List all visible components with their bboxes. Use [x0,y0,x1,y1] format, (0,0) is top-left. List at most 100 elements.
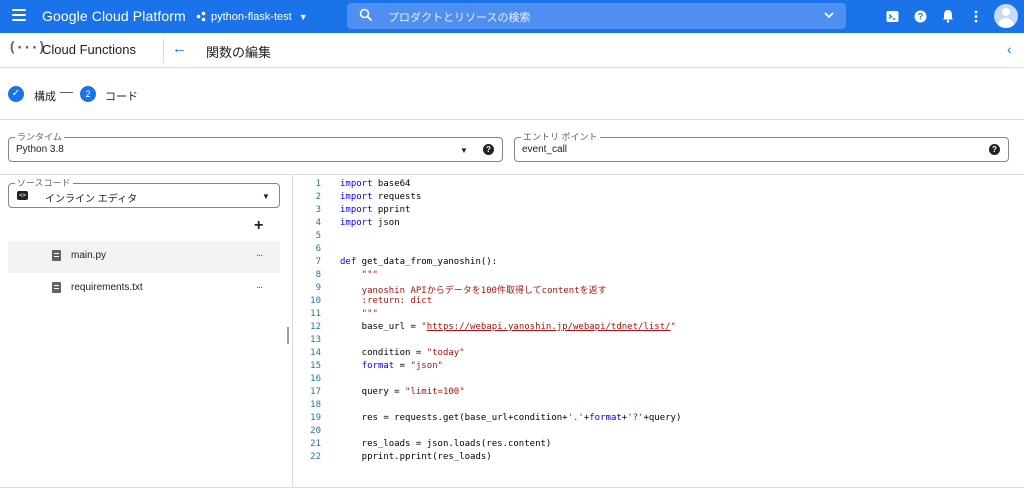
code-text: condition = "today" [340,347,465,358]
code-text: """ [340,269,378,280]
step2-label[interactable]: コード [105,88,138,104]
cloud-shell-icon[interactable] [884,8,900,24]
code-text: res_loads = json.loads(res.content) [340,438,552,449]
runtime-label: ランタイム [15,131,64,143]
code-text: pprint.pprint(res_loads) [340,451,492,462]
account-avatar[interactable] [994,4,1018,28]
panel-resize-handle[interactable] [287,327,289,344]
code-line[interactable]: 1 import base64 [293,179,1024,192]
add-file-icon[interactable]: + [254,217,263,235]
step1-label[interactable]: 構成 [34,88,56,104]
runtime-select[interactable]: ランタイム Python 3.8 ▼ ? [8,131,503,162]
notifications-icon[interactable] [940,8,956,24]
chevron-left-icon[interactable]: ‹ [1007,41,1012,57]
entry-point-value: event_call [522,144,568,155]
source-code-label: ソースコード [15,177,73,189]
line-number: 14 [310,347,321,358]
file-item-main-py[interactable]: main.py ... [8,241,280,273]
code-text: import json [340,217,400,228]
code-line[interactable]: 22 pprint.pprint(res_loads) [293,452,1024,465]
code-editor-icon: <> [17,191,28,200]
line-number: 19 [310,412,321,423]
gcp-brand[interactable]: Google Cloud Platform [42,8,186,24]
line-number: 1 [315,179,321,189]
search-placeholder: プロダクトとリソースの検索 [388,12,531,24]
divider [0,487,1024,488]
line-number: 6 [315,243,321,254]
back-arrow-icon[interactable]: ← [172,40,187,57]
code-line[interactable]: 14 condition = "today" [293,348,1024,361]
dropdown-caret-icon: ▼ [460,146,468,155]
search-icon [359,8,373,22]
step-complete-check-icon[interactable]: ✓ [8,86,24,102]
runtime-value: Python 3.8 [16,144,64,155]
search-bar[interactable]: プロダクトとリソースの検索 [347,3,846,29]
code-line[interactable]: 2 import requests [293,192,1024,205]
help-icon[interactable]: ? [483,144,494,155]
code-line[interactable]: 17 query = "limit=100" [293,387,1024,400]
entry-point-field[interactable]: エントリ ポイント event_call ? [514,131,1009,162]
code-line[interactable]: 10 :return: dict [293,296,1024,309]
code-text: import requests [340,191,422,202]
more-horiz-icon[interactable]: ... [256,279,263,291]
more-horiz-icon[interactable]: ... [256,247,263,259]
line-number: 4 [315,217,321,228]
help-icon[interactable]: ? [912,8,928,24]
file-name: main.py [71,250,107,261]
stepper [0,68,1024,120]
code-text: def get_data_from_yanoshin(): [340,256,498,267]
project-dots-icon [196,11,206,22]
line-number: 5 [315,230,321,241]
project-selector[interactable]: python-flask-test ▼ [196,6,308,27]
cloud-functions-logo-icon: (···) [8,40,46,56]
code-line[interactable]: 3 import pprint [293,205,1024,218]
code-editor[interactable]: 1 import base64 2 import requests 3 import pp… [293,178,1024,487]
line-number: 20 [310,425,321,436]
source-code-value: インライン エディタ [45,194,138,205]
code-line[interactable]: 16 [293,374,1024,387]
line-number: 16 [310,373,321,384]
line-number: 15 [310,360,321,371]
code-line[interactable]: 9 yanoshin APIからデータを100件取得してcontentを返す [293,283,1024,296]
code-line[interactable]: 11 """ [293,309,1024,322]
line-number: 10 [310,295,321,306]
step-connector [60,92,73,93]
line-number: 21 [310,438,321,449]
code-line[interactable]: 15 format = "json" [293,361,1024,374]
help-icon[interactable]: ? [989,144,1000,155]
code-line[interactable]: 19 res = requests.get(base_url+condition… [293,413,1024,426]
line-number: 12 [310,321,321,332]
code-line[interactable]: 21 res_loads = json.loads(res.content) [293,439,1024,452]
product-title: Cloud Functions [42,42,136,57]
chevron-down-icon[interactable] [822,8,836,22]
code-text: """ [340,308,378,319]
code-line[interactable]: 18 [293,400,1024,413]
code-line[interactable]: 20 [293,426,1024,439]
code-line[interactable]: 12 base_url = "https://webapi.yanoshin.j… [293,322,1024,335]
divider [163,39,164,63]
line-number: 17 [310,386,321,397]
line-number: 9 [315,282,321,293]
step2-number[interactable]: 2 [80,86,96,102]
project-caret-icon: ▼ [298,11,308,22]
top-app-bar: Google Cloud Platform python-flask-test … [0,0,1024,33]
code-line[interactable]: 6 [293,244,1024,257]
code-text: base_url = "https://webapi.yanoshin.jp/w… [340,321,676,332]
code-line[interactable]: 8 """ [293,270,1024,283]
code-line[interactable]: 4 import json [293,218,1024,231]
file-icon [52,250,61,261]
code-text: res = requests.get(base_url+condition+'.… [340,412,682,423]
code-line[interactable]: 5 [293,231,1024,244]
more-vert-icon[interactable] [968,8,984,24]
line-number: 11 [310,308,321,319]
code-text: import pprint [340,204,411,215]
entry-point-label: エントリ ポイント [521,131,600,143]
line-number: 22 [310,451,321,462]
source-code-select[interactable]: ソースコード <> インライン エディタ ▼ [8,177,280,208]
dropdown-caret-icon: ▼ [262,192,270,201]
menu-icon[interactable] [12,9,26,21]
code-line[interactable]: 7 def get_data_from_yanoshin(): [293,257,1024,270]
code-text: query = "limit=100" [340,386,465,397]
file-item-requirements-txt[interactable]: requirements.txt ... [8,273,280,305]
code-line[interactable]: 13 [293,335,1024,348]
